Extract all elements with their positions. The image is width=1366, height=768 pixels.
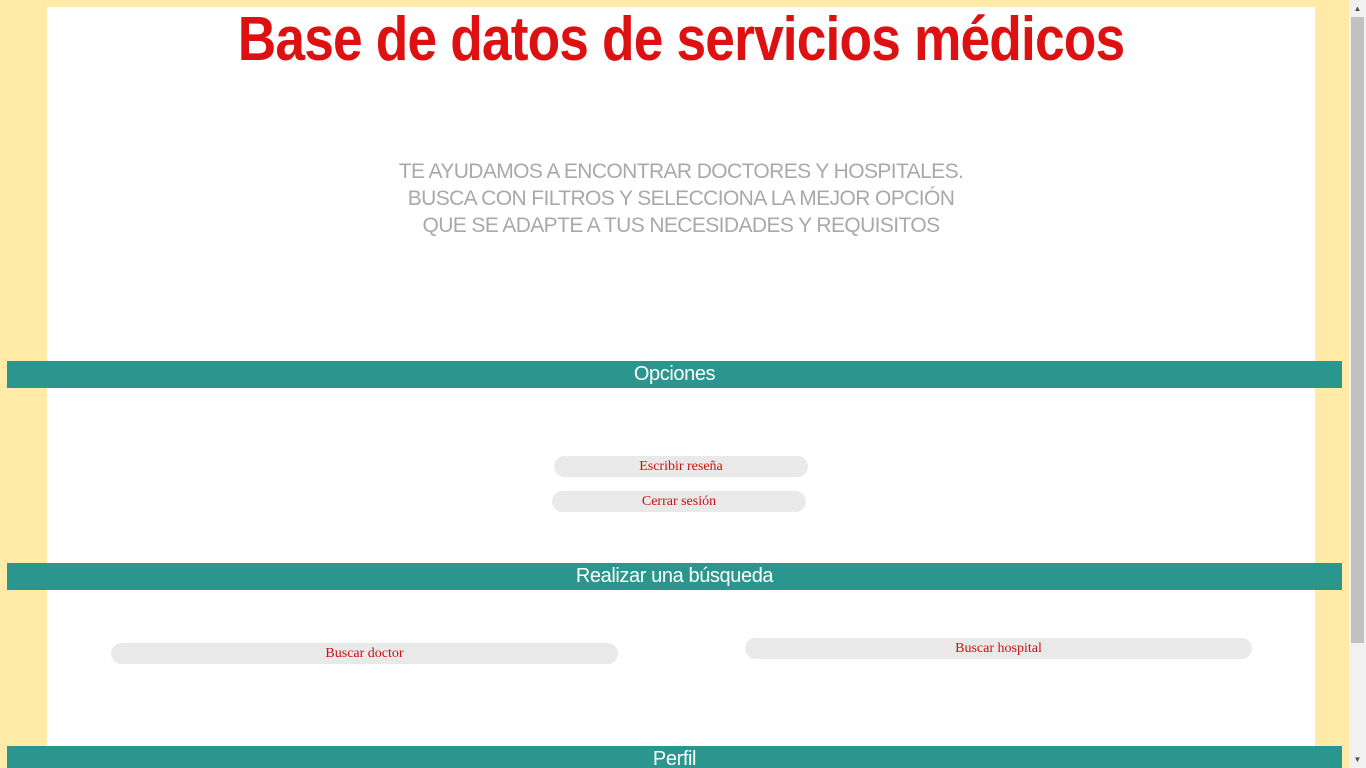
tagline-line-2: BUSCA CON FILTROS Y SELECCIONA LA MEJOR … bbox=[407, 187, 955, 210]
scroll-up-arrow[interactable]: ▲ bbox=[1349, 0, 1366, 17]
vertical-scrollbar[interactable]: ▲ ▼ bbox=[1349, 0, 1366, 768]
tagline-line-1: TE AYUDAMOS A ENCONTRAR DOCTORES Y HOSPI… bbox=[398, 160, 964, 183]
triangle-up-icon: ▲ bbox=[1353, 4, 1362, 13]
profile-section-heading: Perfil bbox=[7, 746, 1342, 768]
search-doctor-button[interactable]: Buscar doctor bbox=[111, 643, 618, 664]
options-section-heading: Opciones bbox=[7, 361, 1342, 388]
page-title: Base de datos de servicios médicos bbox=[237, 5, 1125, 74]
search-section-heading: Realizar una búsqueda bbox=[7, 563, 1342, 590]
scrollbar-thumb[interactable] bbox=[1351, 17, 1364, 643]
scroll-down-arrow[interactable]: ▼ bbox=[1349, 751, 1366, 768]
triangle-down-icon: ▼ bbox=[1353, 755, 1362, 764]
tagline: TE AYUDAMOS A ENCONTRAR DOCTORES Y HOSPI… bbox=[47, 158, 1315, 239]
search-hospital-button[interactable]: Buscar hospital bbox=[745, 638, 1252, 659]
logout-button[interactable]: Cerrar sesión bbox=[552, 491, 806, 512]
write-review-button[interactable]: Escribir reseña bbox=[554, 456, 808, 477]
tagline-line-3: QUE SE ADAPTE A TUS NECESIDADES Y REQUIS… bbox=[422, 214, 940, 237]
